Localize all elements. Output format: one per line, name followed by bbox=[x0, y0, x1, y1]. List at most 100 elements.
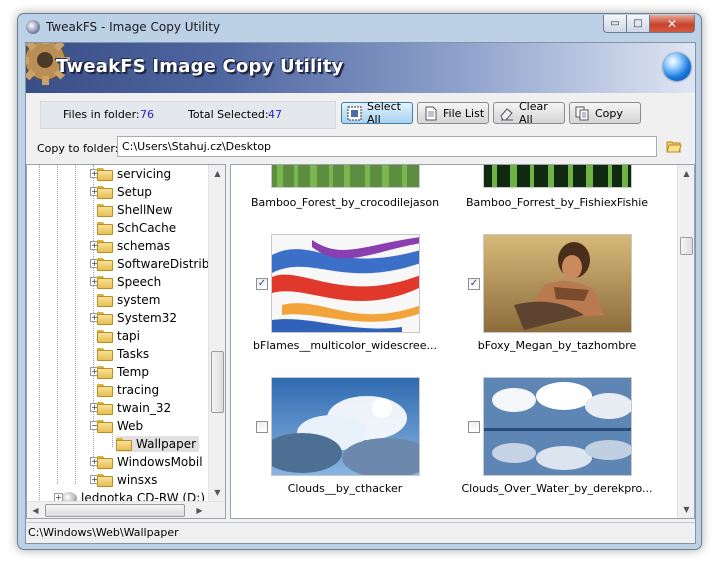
tree-item[interactable]: + winsxs bbox=[90, 472, 158, 488]
tree-item[interactable]: + WindowsMobil bbox=[90, 454, 203, 470]
image-checkbox[interactable]: ✓ bbox=[468, 278, 480, 290]
scroll-down-arrow-icon[interactable]: ▼ bbox=[678, 501, 694, 518]
tree-guide-line bbox=[39, 165, 40, 500]
browse-folder-icon[interactable] bbox=[666, 139, 682, 153]
info-panel: Files in folder: 76 Total Selected: 47 bbox=[40, 101, 336, 129]
tree-item-label: servicing bbox=[117, 167, 172, 181]
thumbnail-image[interactable] bbox=[271, 165, 420, 188]
folder-icon bbox=[116, 437, 132, 451]
tree-item[interactable]: + Setup bbox=[90, 184, 152, 200]
tree-horizontal-scrollbar[interactable]: ◀ ▶ bbox=[27, 501, 225, 518]
select-all-button[interactable]: Select All bbox=[341, 100, 413, 126]
destination-folder-input[interactable]: C:\Users\Stahuj.cz\Desktop bbox=[117, 136, 657, 157]
tree-item-label: schemas bbox=[117, 239, 171, 253]
thumbnail-image[interactable] bbox=[483, 377, 632, 476]
tree-item[interactable]: Tasks bbox=[97, 346, 149, 362]
thumbnail-caption: Bamboo_Forrest_by_FishiexFishie bbox=[465, 196, 649, 209]
copy-to-folder-label: Copy to folder: bbox=[37, 142, 119, 155]
tree-item[interactable]: + System32 bbox=[90, 310, 178, 326]
banner-title: TweakFS Image Copy Utility bbox=[56, 56, 344, 77]
tree-item-label: Speech bbox=[117, 275, 162, 289]
banner: TweakFS Image Copy Utility bbox=[26, 43, 695, 93]
tree-item-label: Wallpaper bbox=[136, 437, 197, 451]
thumbnail-caption: bFoxy_Megan_by_tazhombre bbox=[477, 339, 637, 352]
maximize-button[interactable]: □ bbox=[626, 15, 650, 33]
clear-all-button[interactable]: Clear All bbox=[493, 100, 565, 126]
folder-icon bbox=[97, 419, 113, 433]
tree-item[interactable]: − Web bbox=[90, 418, 143, 434]
tree-item-label: SoftwareDistrib bbox=[117, 257, 210, 271]
tree-item[interactable]: + schemas bbox=[90, 238, 171, 254]
tree-item-label: WindowsMobil bbox=[117, 455, 203, 469]
image-checkbox[interactable] bbox=[468, 421, 480, 433]
files-in-folder-value: 76 bbox=[140, 108, 154, 121]
tree-item-label: Temp bbox=[117, 365, 149, 379]
total-selected-label: Total Selected: bbox=[188, 108, 269, 121]
window-title: TweakFS - Image Copy Utility bbox=[46, 20, 221, 34]
file-list-label: File List bbox=[443, 106, 485, 120]
select-all-label: Select All bbox=[367, 100, 401, 126]
tree-item[interactable]: + twain_32 bbox=[90, 400, 171, 416]
thumbnail-image[interactable] bbox=[483, 165, 632, 188]
minimize-button[interactable]: ▭ bbox=[603, 15, 627, 33]
tree-item-label: Setup bbox=[117, 185, 152, 199]
copy-button[interactable]: Copy bbox=[569, 102, 641, 124]
folder-icon bbox=[97, 383, 113, 397]
image-checkbox[interactable]: ✓ bbox=[256, 278, 268, 290]
scroll-thumb[interactable] bbox=[45, 504, 185, 517]
folder-icon bbox=[97, 185, 113, 199]
folder-icon bbox=[97, 167, 113, 181]
folder-icon bbox=[97, 347, 113, 361]
thumbnails-vertical-scrollbar[interactable]: ▲ ▼ bbox=[677, 165, 694, 518]
eraser-icon bbox=[499, 106, 514, 121]
files-in-folder-label: Files in folder: bbox=[63, 108, 140, 121]
tree-item[interactable]: + Temp bbox=[90, 364, 149, 380]
image-thumbnail-grid[interactable]: Bamboo_Forest_by_crocodilejason Bamboo_F… bbox=[230, 164, 695, 519]
tree-item[interactable]: + Speech bbox=[90, 274, 162, 290]
scroll-up-arrow-icon[interactable]: ▲ bbox=[678, 165, 694, 182]
folder-icon bbox=[97, 275, 113, 289]
tree-item-label: system bbox=[117, 293, 161, 307]
close-button[interactable]: ✕ bbox=[649, 15, 695, 33]
tree-item[interactable]: system bbox=[97, 292, 160, 308]
thumbnail-image[interactable] bbox=[271, 377, 420, 476]
globe-icon[interactable] bbox=[663, 53, 691, 81]
scroll-down-arrow-icon[interactable]: ▼ bbox=[209, 484, 225, 501]
scroll-left-arrow-icon[interactable]: ◀ bbox=[27, 502, 44, 518]
image-checkbox[interactable] bbox=[256, 421, 268, 433]
file-list-button[interactable]: File List bbox=[417, 102, 489, 124]
tree-item-label: SchCache bbox=[117, 221, 177, 235]
title-bar[interactable]: TweakFS - Image Copy Utility ▭ □ ✕ bbox=[18, 14, 701, 42]
tree-item[interactable]: SchCache bbox=[97, 220, 176, 236]
folder-icon bbox=[97, 257, 113, 271]
app-icon bbox=[26, 20, 40, 34]
tree-item[interactable]: + servicing bbox=[90, 166, 172, 182]
total-selected-value: 47 bbox=[268, 108, 282, 121]
tree-item-label: System32 bbox=[117, 311, 178, 325]
tree-item-label: ShellNew bbox=[117, 203, 173, 217]
scroll-thumb[interactable] bbox=[211, 351, 224, 413]
tree-item-selected[interactable]: Wallpaper bbox=[116, 436, 200, 452]
tree-item[interactable]: tracing bbox=[97, 382, 159, 398]
scroll-thumb[interactable] bbox=[680, 237, 693, 255]
tree-item[interactable]: + SoftwareDistrib bbox=[90, 256, 210, 272]
copy-icon bbox=[575, 106, 590, 121]
tree-item-label: tracing bbox=[117, 383, 160, 397]
thumbnail-caption: bFlames__multicolor_widescree... bbox=[253, 339, 437, 352]
thumbnail-image[interactable] bbox=[271, 234, 420, 333]
folder-icon bbox=[97, 365, 113, 379]
folder-icon bbox=[97, 311, 113, 325]
scroll-up-arrow-icon[interactable]: ▲ bbox=[209, 165, 225, 182]
tree-item-label: winsxs bbox=[117, 473, 158, 487]
scroll-right-arrow-icon[interactable]: ▶ bbox=[191, 502, 208, 518]
tree-item[interactable]: tapi bbox=[97, 328, 140, 344]
tree-vertical-scrollbar[interactable]: ▲ ▼ bbox=[208, 165, 225, 501]
tree-item-label: tapi bbox=[117, 329, 141, 343]
folder-tree[interactable]: + servicing + Setup ShellNew SchCache + … bbox=[26, 164, 226, 519]
folder-icon bbox=[97, 203, 113, 217]
folder-icon bbox=[97, 239, 113, 253]
thumbnail-image[interactable] bbox=[483, 234, 632, 333]
status-bar: C:\Windows\Web\Wallpaper bbox=[26, 522, 695, 543]
tree-item[interactable]: ShellNew bbox=[97, 202, 172, 218]
app-window: TweakFS - Image Copy Utility ▭ □ ✕ Tweak… bbox=[17, 13, 702, 550]
